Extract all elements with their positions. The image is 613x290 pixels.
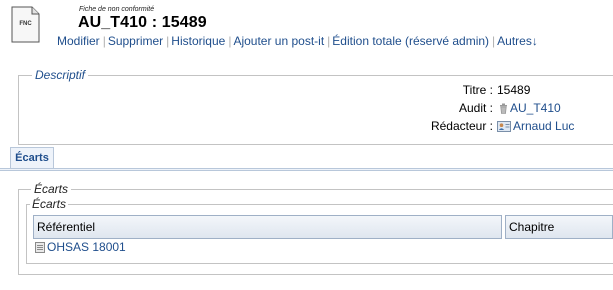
referentiel-link[interactable]: OHSAS 18001 bbox=[47, 240, 126, 254]
ecarts-outer-legend: Écarts bbox=[31, 182, 72, 196]
edition-totale-link[interactable]: Édition totale (réservé admin) bbox=[332, 34, 489, 48]
autres-menu-link[interactable]: Autres↓ bbox=[497, 34, 538, 48]
descriptif-legend: Descriptif bbox=[32, 68, 89, 82]
redacteur-link[interactable]: Arnaud Luc bbox=[513, 119, 574, 133]
redacteur-label: Rédacteur : bbox=[430, 119, 493, 133]
audit-label: Audit : bbox=[458, 101, 493, 115]
page-title: AU_T410 : 15489 bbox=[78, 14, 207, 31]
historique-link[interactable]: Historique bbox=[171, 34, 225, 48]
document-icon: FNC bbox=[11, 6, 40, 43]
tab-ecarts[interactable]: Écarts bbox=[10, 147, 54, 168]
trash-icon bbox=[499, 103, 508, 117]
supprimer-link[interactable]: Supprimer bbox=[108, 34, 163, 48]
titre-label: Titre : bbox=[462, 83, 493, 97]
titre-value: 15489 bbox=[497, 83, 531, 97]
modifier-link[interactable]: Modifier bbox=[57, 34, 100, 48]
separator: | bbox=[102, 34, 106, 48]
separator: | bbox=[492, 34, 496, 48]
column-header-referentiel[interactable]: Référentiel bbox=[33, 215, 502, 239]
redacteur-value-wrap: Arnaud Luc bbox=[497, 119, 574, 135]
ajouter-post-it-link[interactable]: Ajouter un post-it bbox=[233, 34, 324, 48]
document-icon bbox=[35, 242, 45, 256]
table-row: OHSAS 18001 bbox=[35, 240, 126, 256]
audit-link[interactable]: AU_T410 bbox=[510, 101, 561, 115]
ecarts-inner-legend: Écarts bbox=[30, 197, 69, 211]
tab-strip bbox=[0, 168, 613, 171]
page-subtitle: Fiche de non conformité bbox=[79, 6, 155, 13]
document-icon-label: FNC bbox=[19, 21, 32, 27]
audit-value-wrap: AU_T410 bbox=[499, 101, 561, 117]
action-bar: Modifier | Supprimer | Historique | Ajouter un… bbox=[57, 34, 538, 48]
user-card-icon bbox=[497, 121, 511, 135]
column-header-chapitre[interactable]: Chapitre bbox=[505, 215, 613, 239]
